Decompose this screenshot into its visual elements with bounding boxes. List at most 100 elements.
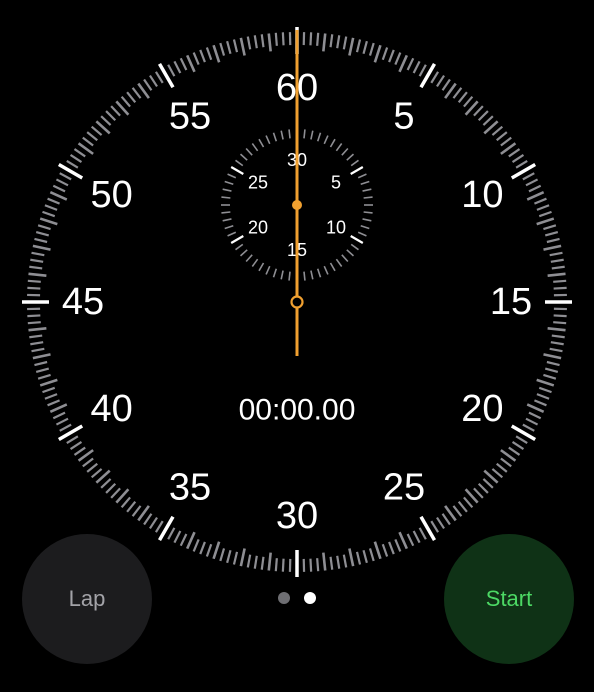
minor-tick [131, 505, 142, 517]
minor-tick [100, 478, 112, 489]
minor-tick [418, 527, 427, 540]
major-tick [157, 62, 175, 89]
minor-tick [388, 49, 395, 63]
minor-tick [534, 399, 547, 407]
major-tick [510, 162, 537, 180]
minor-tick [154, 71, 164, 84]
major-tick [57, 424, 84, 442]
subdial-tick [323, 135, 329, 145]
minor-tick [549, 251, 563, 257]
minor-tick [199, 49, 206, 63]
minor-tick [55, 178, 69, 187]
minor-tick [526, 403, 545, 414]
minor-tick [27, 286, 41, 290]
subdial-number: 20 [248, 218, 268, 238]
minor-tick [143, 78, 153, 91]
minor-tick [477, 482, 489, 494]
minor-tick [86, 462, 98, 473]
minor-tick [394, 52, 402, 65]
page-indicator[interactable] [278, 592, 316, 604]
dial-number: 5 [393, 96, 414, 138]
major-tick [419, 62, 437, 89]
minor-tick [42, 386, 56, 394]
minor-tick [342, 554, 348, 568]
minor-tick [348, 548, 355, 567]
minor-tick [368, 548, 375, 562]
subdial-tick [221, 211, 231, 214]
page-dot-active[interactable] [304, 592, 316, 604]
minor-tick [253, 555, 258, 569]
subdial-tick [303, 271, 306, 281]
minor-tick [547, 327, 566, 332]
minor-tick [212, 541, 221, 560]
subdial-tick [258, 138, 265, 148]
minor-tick [30, 341, 44, 346]
minor-tick [100, 115, 112, 126]
subdial-tick [251, 143, 259, 152]
minor-tick [31, 251, 45, 257]
minor-tick [550, 258, 564, 263]
minor-tick [37, 224, 51, 231]
minor-tick [309, 32, 313, 46]
subdial-tick [288, 271, 291, 281]
minor-tick [496, 462, 508, 473]
subdial-tick [329, 262, 336, 272]
minor-tick [120, 95, 131, 108]
minor-tick [205, 543, 213, 557]
minor-tick [362, 549, 368, 564]
subdial-tick [251, 258, 259, 267]
minor-tick [500, 457, 512, 468]
minor-tick [52, 411, 66, 420]
subdial-number: 10 [326, 218, 346, 238]
subdial-tick [227, 173, 237, 179]
subdial-tick [245, 147, 253, 156]
minor-tick [525, 178, 539, 187]
minor-tick [69, 441, 83, 450]
minor-tick [32, 353, 51, 360]
minor-tick [28, 327, 47, 332]
subdial-tick [350, 243, 359, 251]
minor-tick [322, 33, 327, 52]
minor-tick [55, 417, 69, 426]
minor-tick [538, 210, 552, 218]
minor-tick [482, 478, 494, 489]
subdial-tick [363, 196, 373, 199]
page-dot[interactable] [278, 592, 290, 604]
minor-tick [536, 217, 555, 226]
minor-tick [430, 71, 440, 84]
start-button-label: Start [485, 586, 533, 611]
minor-tick [52, 184, 66, 193]
subdial-tick [222, 188, 232, 192]
subdial-tick [323, 265, 329, 275]
minor-tick [59, 172, 72, 181]
minor-tick [381, 47, 389, 61]
lap-button[interactable]: Lap [22, 534, 152, 664]
dial-number: 40 [91, 388, 133, 430]
subdial-tick [235, 243, 244, 251]
minor-tick [126, 501, 137, 513]
minor-tick [47, 197, 60, 205]
start-button[interactable]: Start [444, 534, 574, 664]
minor-tick [167, 64, 176, 77]
subdial-tick [341, 254, 349, 263]
minor-tick [34, 360, 48, 367]
minor-tick [73, 148, 86, 158]
subdial-hub [292, 200, 302, 210]
subdial-tick [346, 153, 355, 161]
subdial-tick [316, 132, 322, 142]
dial-number: 30 [276, 495, 318, 537]
minor-tick [491, 468, 504, 479]
minor-tick [32, 244, 51, 251]
dial-number: 15 [490, 281, 532, 323]
minor-tick [406, 57, 415, 71]
major-tick [157, 515, 175, 542]
minor-tick [316, 558, 320, 572]
minor-tick [185, 54, 196, 73]
minor-tick [546, 360, 560, 367]
minor-tick [473, 105, 484, 117]
minor-tick [508, 148, 521, 158]
subdial-tick [245, 254, 253, 263]
minor-tick [90, 125, 103, 136]
minor-tick [154, 520, 164, 533]
subdial-tick [341, 147, 349, 156]
